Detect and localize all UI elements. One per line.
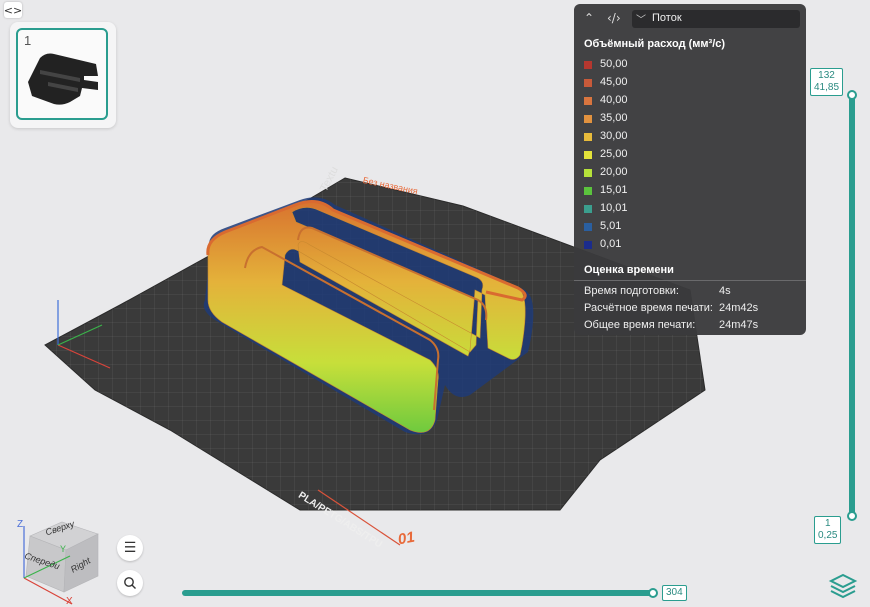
legend-item: 40,00 xyxy=(584,92,794,110)
layer-top-height: 41,85 xyxy=(814,82,840,93)
legend-item: 20,00 xyxy=(584,164,794,182)
legend-item-label: 25,00 xyxy=(600,148,628,160)
legend-item: 10,01 xyxy=(584,200,794,218)
legend-item-label: 15,01 xyxy=(600,184,628,196)
plate-thumbnail-card[interactable]: 1 xyxy=(10,22,116,128)
legend-item-label: 20,00 xyxy=(600,166,628,178)
legend-swatch xyxy=(584,205,592,213)
legend-item: 45,00 xyxy=(584,74,794,92)
axis-y-label: Y xyxy=(60,544,67,554)
view-type-value: Поток xyxy=(652,12,682,24)
legend-item-label: 45,00 xyxy=(600,76,628,88)
legend-swatch xyxy=(584,115,592,123)
legend-item-label: 10,01 xyxy=(600,202,628,214)
collapse-sidebar-icon[interactable]: <> xyxy=(4,2,22,18)
time-row-value: 4s xyxy=(719,285,731,297)
legend-item: 30,00 xyxy=(584,128,794,146)
legend-item-label: 30,00 xyxy=(600,130,628,142)
time-row-key: Общее время печати: xyxy=(584,319,696,331)
time-row: Общее время печати: 24m47s xyxy=(584,319,799,335)
code-view-icon[interactable]: ‹/› xyxy=(607,11,621,25)
time-row-value: 24m47s xyxy=(719,319,759,331)
time-row-key: Расчётное время печати: xyxy=(584,302,713,314)
layer-top-label: 132 41,85 xyxy=(810,68,844,96)
legend-swatch xyxy=(584,61,592,69)
legend-item: 35,00 xyxy=(584,110,794,128)
layer-slider-top-handle[interactable] xyxy=(847,90,857,100)
chevron-down-icon: ﹀ xyxy=(636,15,646,26)
legend-item: 5,01 xyxy=(584,218,794,236)
move-slider-track[interactable] xyxy=(182,590,656,596)
legend-item: 25,00 xyxy=(584,146,794,164)
search-icon xyxy=(124,577,136,589)
search-button[interactable] xyxy=(117,570,143,596)
axis-x-label: X xyxy=(66,596,73,607)
legend-item: 50,00 xyxy=(584,56,794,74)
layer-top-number: 132 xyxy=(818,70,835,81)
layer-slider-track[interactable] xyxy=(849,94,855,516)
legend-swatch xyxy=(584,187,592,195)
time-row-key: Время подготовки: xyxy=(584,285,679,297)
view-type-select[interactable]: ﹀ Поток xyxy=(632,10,800,28)
plate-number-label: 01 xyxy=(396,528,417,549)
time-estimate-title: Оценка времени xyxy=(584,264,674,276)
legend-item: 15,01 xyxy=(584,182,794,200)
menu-button[interactable]: ☰ xyxy=(117,535,143,561)
legend-swatch xyxy=(584,241,592,249)
menu-icon: ☰ xyxy=(123,540,137,556)
legend-header: ⌃ ‹/› ﹀ Поток xyxy=(574,4,806,34)
layers-toggle-button[interactable] xyxy=(828,570,858,600)
legend-item-label: 35,00 xyxy=(600,112,628,124)
legend-swatch xyxy=(584,151,592,159)
legend-swatch xyxy=(584,133,592,141)
legend-swatch xyxy=(584,97,592,105)
legend-item: 0,01 xyxy=(584,236,794,254)
move-slider-handle[interactable] xyxy=(648,588,658,598)
legend-swatch xyxy=(584,223,592,231)
legend-panel: ⌃ ‹/› ﹀ Поток Объёмный расход (мм³/с) 50… xyxy=(574,4,806,335)
layer-slider-bottom-handle[interactable] xyxy=(847,511,857,521)
layer-bottom-number: 1 xyxy=(824,518,831,529)
layer-bottom-label: 1 0,25 xyxy=(814,516,842,544)
time-row-value: 24m42s xyxy=(719,302,759,314)
plate-thumbnail[interactable]: 1 xyxy=(16,28,108,120)
legend-swatch xyxy=(584,169,592,177)
legend-item-label: 40,00 xyxy=(600,94,628,106)
axis-z-label: Z xyxy=(17,519,24,530)
divider xyxy=(574,280,806,281)
move-slider-value: 304 xyxy=(662,585,687,601)
legend-swatch xyxy=(584,79,592,87)
legend-item-label: 50,00 xyxy=(600,58,628,70)
time-row: Расчётное время печати: 24m42s xyxy=(584,302,799,318)
collapse-legend-icon[interactable]: ⌃ xyxy=(584,11,594,25)
legend-item-label: 0,01 xyxy=(600,238,622,250)
layer-bottom-height: 0,25 xyxy=(818,530,838,541)
time-row: Время подготовки: 4s xyxy=(584,285,799,301)
legend-item-label: 5,01 xyxy=(600,220,622,232)
layers-icon xyxy=(828,573,858,599)
model-preview-icon xyxy=(28,53,98,105)
legend-title: Объёмный расход (мм³/с) xyxy=(584,38,726,50)
